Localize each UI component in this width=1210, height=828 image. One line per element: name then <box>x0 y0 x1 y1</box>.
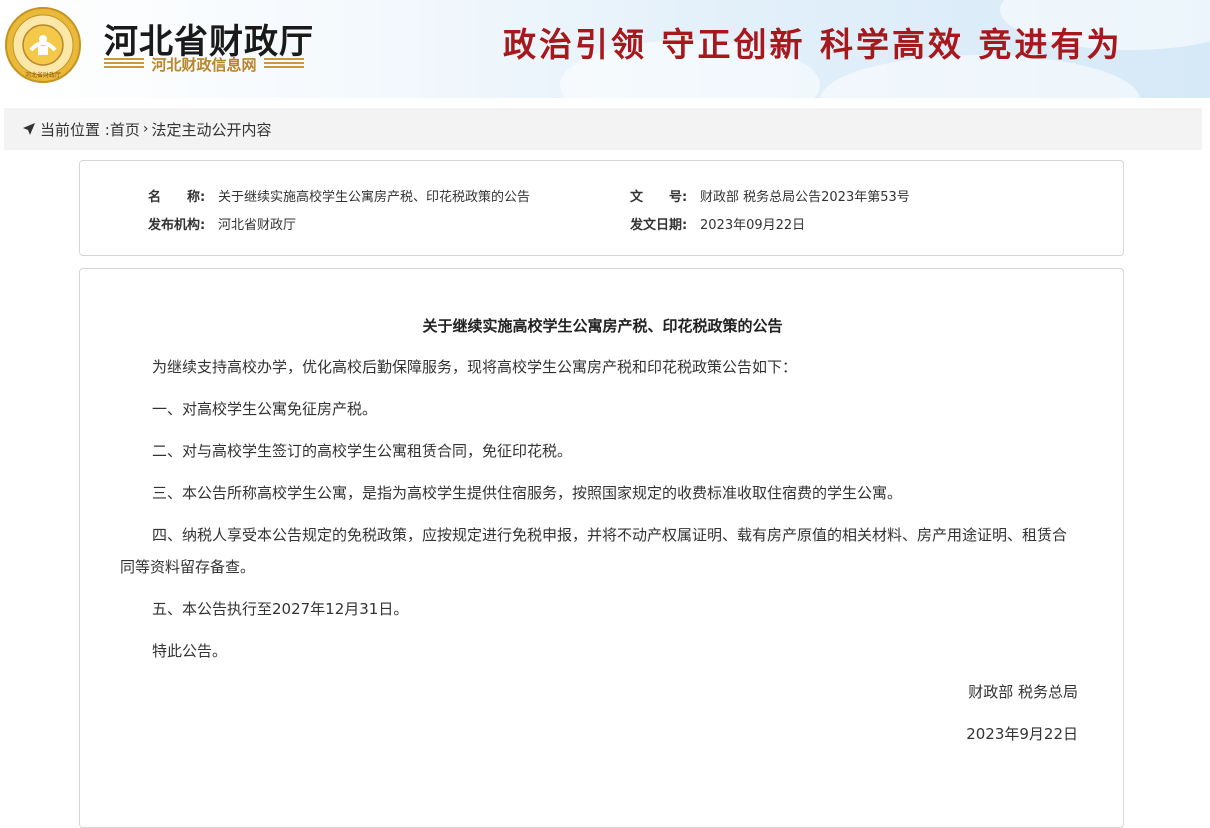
meta-name-value: 关于继续实施高校学生公寓房产税、印花税政策的公告 <box>218 190 531 205</box>
paragraph: 四、纳税人享受本公告规定的免税政策，应按规定进行免税申报，并将不动产权属证明、载… <box>120 526 1068 576</box>
breadcrumb: 当前位置 : 首页 › 法定主动公开内容 <box>4 108 1202 150</box>
breadcrumb-label: 当前位置 : <box>40 120 110 139</box>
breadcrumb-current: 法定主动公开内容 <box>151 120 272 139</box>
meta-docno: 文 号: 财政部 税务总局公告2023年第53号 <box>630 186 910 205</box>
meta-docno-key: 文 号: <box>630 190 688 205</box>
document-content-panel: 关于继续实施高校学生公寓房产税、印花税政策的公告 为继续支持高校办学，优化高校后… <box>79 268 1124 828</box>
paragraph: 特此公告。 <box>152 642 228 660</box>
breadcrumb-home-link[interactable]: 首页 <box>110 119 140 140</box>
site-subtitle-block: 河北财政信息网 <box>104 54 304 74</box>
meta-docno-value: 财政部 税务总局公告2023年第53号 <box>700 190 910 205</box>
location-arrow-icon <box>23 123 35 135</box>
paragraph: 三、本公告所称高校学生公寓，是指为高校学生提供住宿服务，按照国家规定的收费标准收… <box>152 484 903 502</box>
breadcrumb-separator: › <box>142 121 149 137</box>
document-title: 关于继续实施高校学生公寓房产税、印花税政策的公告 <box>422 317 783 335</box>
meta-org-key: 发布机构: <box>148 218 206 233</box>
signature: 财政部 税务总局 <box>968 683 1078 701</box>
meta-name-key: 名 称: <box>148 190 206 205</box>
decorative-lines <box>264 58 304 70</box>
document-meta-panel: 名 称: 关于继续实施高校学生公寓房产税、印花税政策的公告 文 号: 财政部 税务总… <box>79 160 1124 256</box>
meta-org: 发布机构: 河北省财政厅 <box>148 214 296 233</box>
paragraph: 二、对与高校学生签订的高校学生公寓租赁合同，免征印花税。 <box>152 442 573 460</box>
emblem-text: 河北省财政厅 <box>25 71 61 79</box>
meta-date: 发文日期: 2023年09月22日 <box>630 214 805 233</box>
meta-date-value: 2023年09月22日 <box>700 218 806 233</box>
meta-org-value: 河北省财政厅 <box>218 218 297 233</box>
site-subtitle: 河北财政信息网 <box>151 56 257 74</box>
decorative-lines <box>104 58 144 70</box>
slogan: 政治引领 守正创新 科学高效 竞进有为 <box>503 25 1123 64</box>
site-header: 河北省财政厅 河北省财政厅 河北财政信息网 政治引领 守正创新 科学高效 竞进有… <box>0 0 1210 98</box>
paragraph: 五、本公告执行至2027年12月31日。 <box>152 600 409 618</box>
paragraph: 一、对高校学生公寓免征房产税。 <box>152 400 378 418</box>
meta-date-key: 发文日期: <box>630 218 688 233</box>
meta-name: 名 称: 关于继续实施高校学生公寓房产税、印花税政策的公告 <box>148 186 530 205</box>
emblem-logo-icon[interactable]: 河北省财政厅 <box>4 6 82 84</box>
paragraph: 为继续支持高校办学，优化高校后勤保障服务，现将高校学生公寓房产税和印花税政策公告… <box>152 358 798 376</box>
sign-date: 2023年9月22日 <box>966 725 1078 743</box>
